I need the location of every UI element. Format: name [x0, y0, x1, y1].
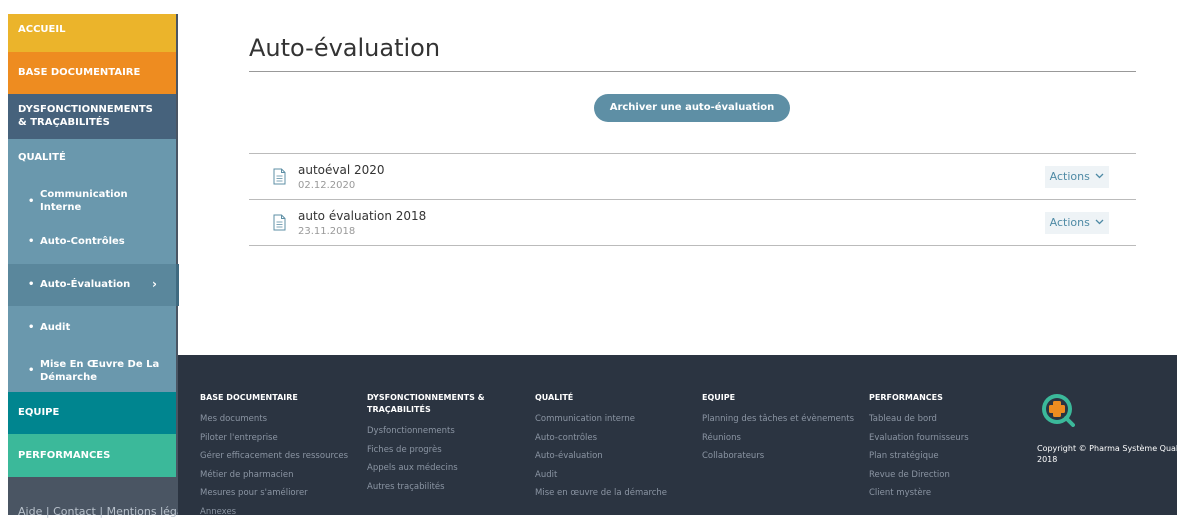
sidebar-item-label: Démarche	[40, 371, 176, 384]
footer-link[interactable]: Autres traçabilités	[367, 478, 485, 497]
separator: |	[46, 505, 50, 518]
pharma-systeme-qualite-logo	[1041, 393, 1075, 427]
copyright-line: Copyright © Pharma Système Qualité	[1037, 443, 1177, 454]
footer-link[interactable]: Auto-évaluation	[535, 447, 667, 466]
footer-link[interactable]: Dysfonctionnements	[367, 422, 485, 441]
document-date: 02.12.2020	[298, 180, 355, 191]
footer-link[interactable]: Audit	[535, 466, 667, 485]
separator: |	[99, 505, 103, 518]
bullet-icon: •	[28, 236, 34, 247]
footer-heading[interactable]: DYSFONCTIONNEMENTS & TRAÇABILITÉS	[367, 392, 485, 416]
bullet-icon: •	[28, 195, 34, 208]
contact-link[interactable]: Contact	[53, 505, 96, 518]
sidebar-bottom-links: Aide | Contact | Mentions légales	[18, 505, 199, 518]
footer-link[interactable]: Planning des tâches et évènements	[702, 410, 854, 429]
footer: BASE DOCUMENTAIRE Mes documents Piloter …	[178, 355, 1177, 515]
footer-link[interactable]: Réunions	[702, 429, 854, 448]
footer-link[interactable]: Appels aux médecins	[367, 459, 485, 478]
footer-heading[interactable]: BASE DOCUMENTAIRE	[200, 392, 348, 404]
chevron-right-icon: ›	[152, 277, 157, 291]
footer-link[interactable]: Collaborateurs	[702, 447, 854, 466]
sidebar-item-accueil[interactable]: ACCUEIL	[8, 14, 176, 52]
chevron-down-icon	[1095, 173, 1104, 179]
sidebar-subitem-auto-controles[interactable]: • Auto-Contrôles	[8, 221, 176, 264]
aide-link[interactable]: Aide	[18, 505, 42, 518]
page-title: Auto-évaluation	[249, 34, 440, 62]
footer-link[interactable]: Revue de Direction	[869, 466, 969, 485]
document-icon	[273, 214, 286, 231]
footer-link[interactable]: Client mystère	[869, 484, 969, 503]
footer-heading[interactable]: EQUIPE	[702, 392, 854, 404]
bullet-icon: •	[28, 364, 34, 377]
sidebar-item-label: Auto-Évaluation	[40, 279, 130, 290]
copyright-line: 2018	[1037, 454, 1177, 465]
archive-auto-evaluation-button[interactable]: Archiver une auto-évaluation	[594, 94, 790, 122]
bullet-icon: •	[28, 322, 34, 333]
sidebar-item-performances[interactable]: PERFORMANCES	[8, 434, 176, 477]
sidebar-item-label: Interne	[40, 201, 176, 214]
actions-dropdown-button[interactable]: Actions	[1045, 212, 1109, 234]
document-name[interactable]: autoéval 2020	[298, 163, 385, 177]
sidebar-item-label: Audit	[40, 322, 70, 333]
footer-column-qualite: QUALITÉ Communication interne Auto-contr…	[535, 392, 667, 503]
sidebar-item-base-documentaire[interactable]: BASE DOCUMENTAIRE	[8, 52, 176, 94]
footer-link[interactable]: Piloter l'entreprise	[200, 429, 348, 448]
title-divider	[249, 71, 1136, 72]
footer-link[interactable]: Plan stratégique	[869, 447, 969, 466]
footer-link[interactable]: Mesures pour s'améliorer	[200, 484, 348, 503]
sidebar: ACCUEIL BASE DOCUMENTAIRE DYSFONCTIONNEM…	[8, 14, 178, 515]
footer-link[interactable]: Métier de pharmacien	[200, 466, 348, 485]
actions-label: Actions	[1050, 216, 1090, 229]
footer-heading-line: TRAÇABILITÉS	[367, 404, 485, 416]
document-date: 23.11.2018	[298, 226, 355, 237]
list-item: autoéval 2020 02.12.2020 Actions	[249, 153, 1136, 199]
sidebar-item-label: Auto-Contrôles	[40, 236, 125, 247]
chevron-down-icon	[1095, 219, 1104, 225]
footer-link[interactable]: Mise en œuvre de la démarche	[535, 484, 667, 503]
footer-column-equipe: EQUIPE Planning des tâches et évènements…	[702, 392, 854, 466]
bullet-icon: •	[28, 279, 34, 290]
footer-column-base-documentaire: BASE DOCUMENTAIRE Mes documents Piloter …	[200, 392, 348, 521]
footer-link[interactable]: Annexes	[200, 503, 348, 521]
footer-heading-line: DYSFONCTIONNEMENTS &	[367, 392, 485, 404]
footer-heading[interactable]: PERFORMANCES	[869, 392, 969, 404]
list-item: auto évaluation 2018 23.11.2018 Actions	[249, 199, 1136, 246]
footer-link[interactable]: Gérer efficacement des ressources	[200, 447, 348, 466]
document-name[interactable]: auto évaluation 2018	[298, 209, 426, 223]
footer-link[interactable]: Communication interne	[535, 410, 667, 429]
sidebar-item-dysfonctionnements[interactable]: DYSFONCTIONNEMENTS & TRAÇABILITÉS	[8, 94, 176, 139]
footer-link[interactable]: Mes documents	[200, 410, 348, 429]
footer-column-dysfonctionnements: DYSFONCTIONNEMENTS & TRAÇABILITÉS Dysfon…	[367, 392, 485, 496]
footer-link[interactable]: Evaluation fournisseurs	[869, 429, 969, 448]
footer-link[interactable]: Fiches de progrès	[367, 441, 485, 460]
sidebar-subitem-audit[interactable]: • Audit	[8, 306, 176, 350]
sidebar-item-label: & TRAÇABILITÉS	[18, 116, 176, 129]
sidebar-item-equipe[interactable]: EQUIPE	[8, 392, 176, 434]
footer-link[interactable]: Auto-contrôles	[535, 429, 667, 448]
copyright-text: Copyright © Pharma Système Qualité 2018	[1037, 443, 1177, 465]
sidebar-item-label: DYSFONCTIONNEMENTS	[18, 103, 176, 116]
sidebar-item-label: Communication	[40, 188, 176, 201]
footer-link[interactable]: Tableau de bord	[869, 410, 969, 429]
sidebar-subitem-mise-en-oeuvre[interactable]: • Mise En Œuvre De La Démarche	[8, 350, 176, 392]
actions-label: Actions	[1050, 170, 1090, 183]
sidebar-subitem-auto-evaluation[interactable]: • Auto-Évaluation ›	[8, 264, 179, 306]
footer-heading[interactable]: QUALITÉ	[535, 392, 667, 404]
document-icon	[273, 168, 286, 185]
actions-dropdown-button[interactable]: Actions	[1045, 166, 1109, 188]
sidebar-subitem-communication-interne[interactable]: • Communication Interne	[8, 179, 176, 221]
footer-column-performances: PERFORMANCES Tableau de bord Evaluation …	[869, 392, 969, 503]
sidebar-item-label: Mise En Œuvre De La	[40, 358, 176, 371]
